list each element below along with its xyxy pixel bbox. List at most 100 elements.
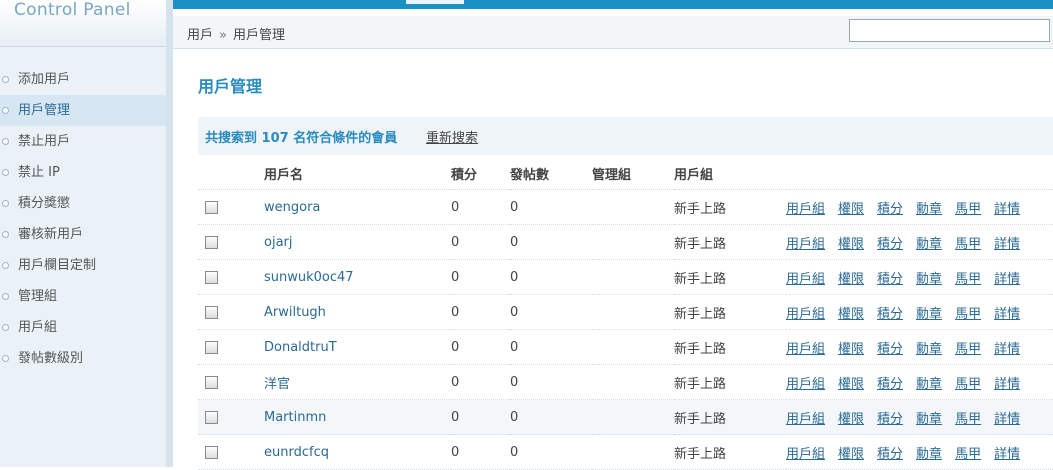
action-permissions-link[interactable]: 權限 [838,342,864,357]
sidebar-item-post-ranks[interactable]: 發帖數級別 [0,343,166,374]
sidebar-item-label: 管理組 [18,289,58,304]
user-group-cell: 新手上路 [674,399,786,435]
bullet-icon [2,324,9,331]
action-medals-link[interactable]: 勳章 [916,447,942,462]
sidebar-item-ban-user[interactable]: 禁止用戶 [0,126,166,157]
action-user-group-link[interactable]: 用戶組 [786,307,825,322]
action-credits-link[interactable]: 積分 [877,342,903,357]
sidebar-item-user-fields[interactable]: 用戶欄目定制 [0,250,166,281]
row-checkbox[interactable] [205,375,218,389]
action-medals-link[interactable]: 勳章 [916,377,942,392]
action-permissions-link[interactable]: 權限 [838,377,864,392]
action-permissions-link[interactable]: 權限 [838,202,864,217]
action-medals-link[interactable]: 勳章 [916,237,942,252]
action-credits-link[interactable]: 積分 [877,202,903,217]
action-alt-accounts-link[interactable]: 馬甲 [955,307,981,322]
action-details-link[interactable]: 詳情 [994,237,1020,252]
row-checkbox[interactable] [205,305,218,319]
username-link[interactable]: Arwiltugh [264,305,326,320]
header-select [198,158,264,190]
username-link[interactable]: wengora [264,200,320,215]
action-details-link[interactable]: 詳情 [994,447,1020,462]
action-user-group-link[interactable]: 用戶組 [786,272,825,287]
table-row: eunrdcfcq 0 0 新手上路 用戶組 權限 積分 勳章 馬甲 詳情 [198,434,1053,470]
action-alt-accounts-link[interactable]: 馬甲 [955,202,981,217]
row-checkbox[interactable] [205,200,218,214]
action-permissions-link[interactable]: 權限 [838,307,864,322]
action-medals-link[interactable]: 勳章 [916,307,942,322]
action-medals-link[interactable]: 勳章 [916,342,942,357]
action-credits-link[interactable]: 積分 [877,412,903,427]
action-permissions-link[interactable]: 權限 [838,237,864,252]
row-checkbox[interactable] [205,445,218,459]
row-checkbox[interactable] [205,235,218,249]
brand-title[interactable]: Control Panel [14,0,131,20]
action-details-link[interactable]: 詳情 [994,377,1020,392]
sidebar-item-admin-groups[interactable]: 管理組 [0,281,166,312]
action-details-link[interactable]: 詳情 [994,272,1020,287]
sidebar-item-ban-ip[interactable]: 禁止 IP [0,157,166,188]
action-permissions-link[interactable]: 權限 [838,272,864,287]
actions-cell: 用戶組 權限 積分 勳章 馬甲 詳情 [786,189,1053,225]
actions-cell: 用戶組 權限 積分 勳章 馬甲 詳情 [786,399,1053,435]
action-details-link[interactable]: 詳情 [994,412,1020,427]
action-user-group-link[interactable]: 用戶組 [786,202,825,217]
row-checkbox[interactable] [205,410,218,424]
action-alt-accounts-link[interactable]: 馬甲 [955,237,981,252]
row-checkbox[interactable] [205,340,218,354]
research-link[interactable]: 重新搜索 [426,127,478,146]
action-medals-link[interactable]: 勳章 [916,272,942,287]
breadcrumb-root[interactable]: 用戶 [187,28,213,43]
action-medals-link[interactable]: 勳章 [916,202,942,217]
action-details-link[interactable]: 詳情 [994,202,1020,217]
username-link[interactable]: sunwuk0oc47 [264,270,354,285]
page-title: 用戶管理 [198,77,263,96]
action-credits-link[interactable]: 積分 [877,272,903,287]
action-user-group-link[interactable]: 用戶組 [786,412,825,427]
action-credits-link[interactable]: 積分 [877,307,903,322]
username-cell: ojarj [264,224,451,260]
brand-header: Control Panel [0,0,166,47]
action-user-group-link[interactable]: 用戶組 [786,237,825,252]
action-alt-accounts-link[interactable]: 馬甲 [955,412,981,427]
action-user-group-link[interactable]: 用戶組 [786,377,825,392]
action-alt-accounts-link[interactable]: 馬甲 [955,272,981,287]
action-user-group-link[interactable]: 用戶組 [786,447,825,462]
action-credits-link[interactable]: 積分 [877,447,903,462]
action-permissions-link[interactable]: 權限 [838,447,864,462]
username-cell: 洋官 [264,364,451,400]
search-input[interactable] [849,19,1050,42]
sidebar-item-add-user[interactable]: 添加用戶 [0,64,166,95]
sidebar-item-label: 禁止用戶 [18,134,71,149]
sidebar-item-user-management[interactable]: 用戶管理 [0,95,166,126]
active-top-tab[interactable] [406,0,464,4]
username-cell: sunwuk0oc47 [264,259,451,295]
admin-group-cell [592,364,674,400]
username-link[interactable]: DonaldtruT [264,340,337,355]
admin-group-cell [592,259,674,295]
admin-group-cell [592,329,674,365]
action-medals-link[interactable]: 勳章 [916,412,942,427]
action-permissions-link[interactable]: 權限 [838,412,864,427]
username-link[interactable]: ojarj [264,235,293,250]
action-details-link[interactable]: 詳情 [994,342,1020,357]
bullet-icon [2,231,9,238]
username-link[interactable]: eunrdcfcq [264,445,329,460]
action-alt-accounts-link[interactable]: 馬甲 [955,377,981,392]
actions-cell: 用戶組 權限 積分 勳章 馬甲 詳情 [786,224,1053,260]
action-credits-link[interactable]: 積分 [877,237,903,252]
username-link[interactable]: Martinmn [264,410,326,425]
row-checkbox[interactable] [205,270,218,284]
action-alt-accounts-link[interactable]: 馬甲 [955,447,981,462]
action-alt-accounts-link[interactable]: 馬甲 [955,342,981,357]
sidebar-item-label: 積分獎懲 [18,196,71,211]
action-user-group-link[interactable]: 用戶組 [786,342,825,357]
sidebar-item-credit-reward[interactable]: 積分獎懲 [0,188,166,219]
action-details-link[interactable]: 詳情 [994,307,1020,322]
username-link[interactable]: 洋官 [264,377,290,392]
action-credits-link[interactable]: 積分 [877,377,903,392]
sidebar-item-user-groups[interactable]: 用戶組 [0,312,166,343]
sidebar-item-audit-new-users[interactable]: 審核新用戶 [0,219,166,250]
username-cell: wengora [264,189,451,225]
actions-cell: 用戶組 權限 積分 勳章 馬甲 詳情 [786,364,1053,400]
